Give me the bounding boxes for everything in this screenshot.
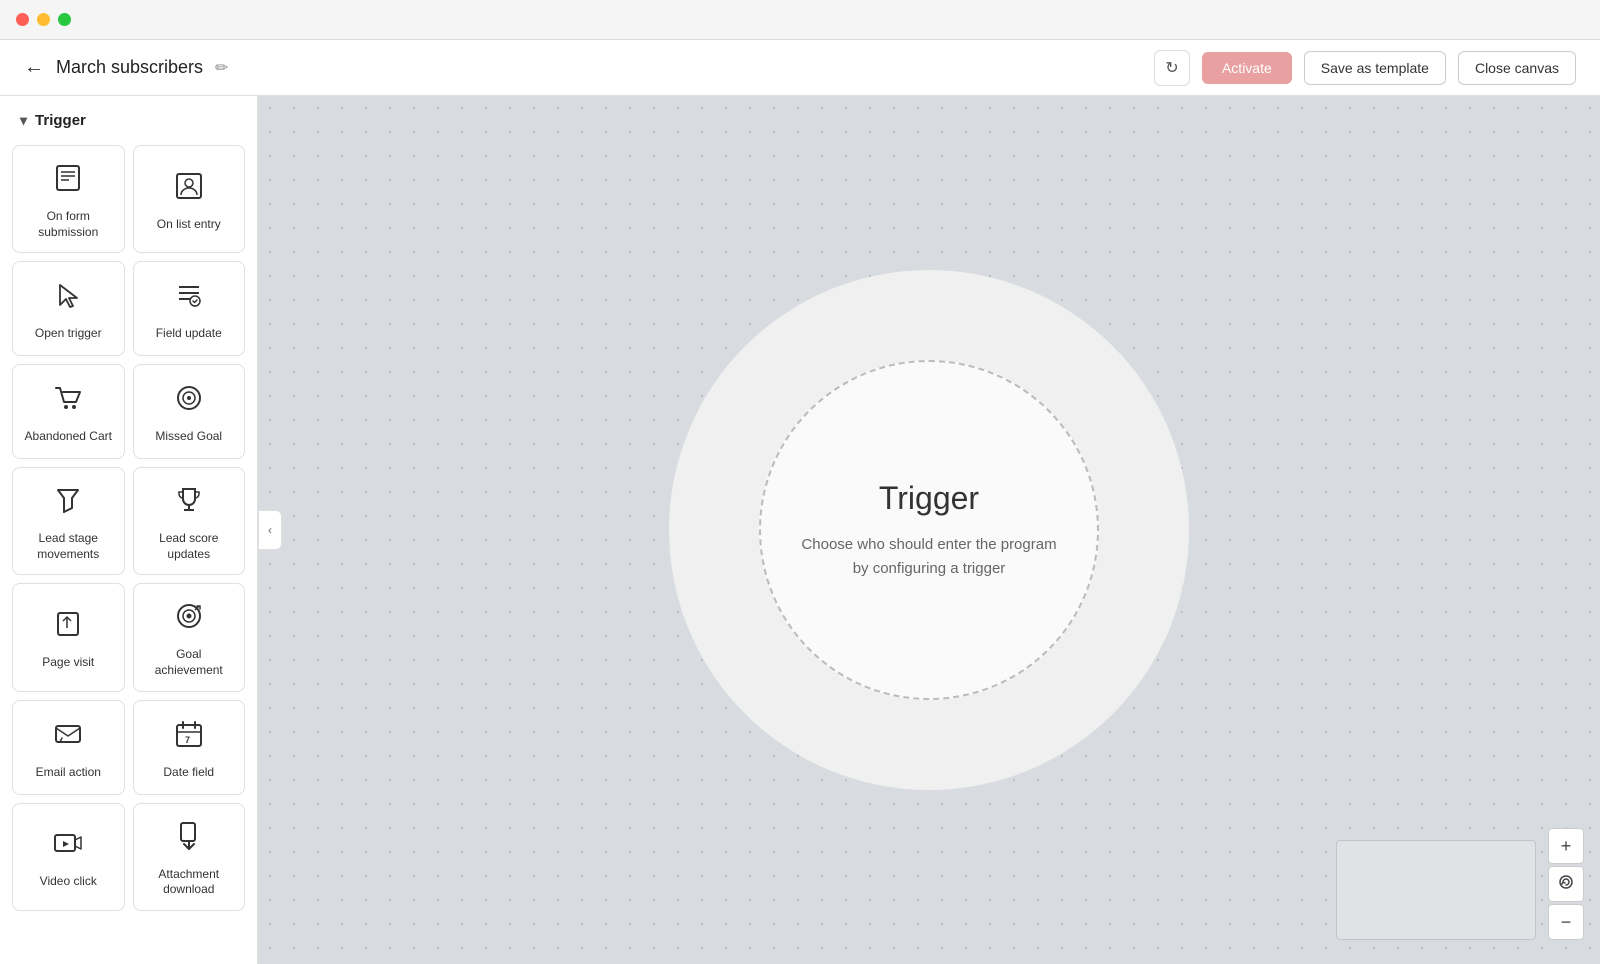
- minimap: [1336, 840, 1536, 940]
- trigger-item-lead-score-updates[interactable]: Lead score updates: [133, 467, 246, 575]
- trigger-label-on-list-entry: On list entry: [157, 217, 221, 233]
- sidebar-title: Trigger: [35, 112, 86, 129]
- trigger-item-abandoned-cart[interactable]: Abandoned Cart: [12, 364, 125, 459]
- form-icon: [52, 162, 84, 199]
- zoom-controls: + −: [1548, 828, 1584, 940]
- back-button[interactable]: ←: [24, 56, 44, 79]
- funnel-icon: [52, 484, 84, 521]
- trigger-item-on-list-entry[interactable]: On list entry: [133, 145, 246, 253]
- trigger-label-date-field: Date field: [163, 765, 214, 781]
- main-layout: ▾ Trigger On form submission: [0, 96, 1600, 964]
- trigger-grid: On form submission On list entry: [0, 141, 257, 923]
- svg-text:7: 7: [185, 735, 190, 745]
- sidebar-header: ▾ Trigger: [0, 96, 257, 141]
- zoom-out-button[interactable]: −: [1548, 904, 1584, 940]
- back-icon: ←: [24, 56, 44, 79]
- video-icon: [52, 827, 84, 864]
- sidebar-collapse-button[interactable]: ‹: [258, 510, 282, 550]
- trigger-label-on-form-submission: On form submission: [21, 209, 116, 240]
- zoom-reset-icon: [1558, 874, 1574, 895]
- refresh-button[interactable]: ↻: [1154, 50, 1190, 86]
- cursor-icon: [52, 279, 84, 316]
- header-left: ← March subscribers ✏: [24, 56, 1154, 79]
- email-icon: [52, 718, 84, 755]
- goal-icon: [173, 382, 205, 419]
- chevron-left-icon: ‹: [268, 523, 272, 537]
- trigger-circle-desc: Choose who should enter the program by c…: [793, 533, 1065, 581]
- trigger-item-goal-achievement[interactable]: Goal achievement: [133, 583, 246, 691]
- zoom-out-icon: −: [1561, 912, 1572, 933]
- dot-yellow: [37, 13, 50, 26]
- trigger-label-lead-score-updates: Lead score updates: [142, 531, 237, 562]
- zoom-reset-button[interactable]: [1548, 866, 1584, 902]
- trigger-circle-inner: Trigger Choose who should enter the prog…: [759, 360, 1099, 700]
- page-icon: [52, 608, 84, 645]
- trigger-label-email-action: Email action: [36, 765, 101, 781]
- trigger-item-open-trigger[interactable]: Open trigger: [12, 261, 125, 356]
- trigger-item-field-update[interactable]: Field update: [133, 261, 246, 356]
- canvas: ‹ Trigger Choose who should enter the pr…: [258, 96, 1600, 964]
- trigger-label-field-update: Field update: [156, 326, 222, 342]
- trigger-item-attachment-download[interactable]: Attachment download: [133, 803, 246, 911]
- activate-button[interactable]: Activate: [1202, 52, 1292, 84]
- trigger-label-lead-stage-movements: Lead stage movements: [21, 531, 116, 562]
- field-icon: [173, 279, 205, 316]
- person-icon: [173, 170, 205, 207]
- sidebar-chevron[interactable]: ▾: [20, 112, 27, 129]
- trigger-label-abandoned-cart: Abandoned Cart: [25, 429, 112, 445]
- dot-red: [16, 13, 29, 26]
- trigger-item-on-form-submission[interactable]: On form submission: [12, 145, 125, 253]
- window-dots: [16, 13, 71, 26]
- header-right: ↻ Activate Save as template Close canvas: [1154, 50, 1576, 86]
- trigger-item-lead-stage-movements[interactable]: Lead stage movements: [12, 467, 125, 575]
- cart-icon: [52, 382, 84, 419]
- refresh-icon: ↻: [1165, 58, 1178, 78]
- trigger-item-email-action[interactable]: Email action: [12, 700, 125, 795]
- trigger-item-video-click[interactable]: Video click: [12, 803, 125, 911]
- trigger-circle-outer[interactable]: Trigger Choose who should enter the prog…: [669, 270, 1189, 790]
- trigger-circle-title: Trigger: [879, 480, 979, 517]
- trigger-item-missed-goal[interactable]: Missed Goal: [133, 364, 246, 459]
- page-title: March subscribers: [56, 57, 203, 78]
- trigger-label-video-click: Video click: [40, 874, 97, 890]
- attachment-icon: [173, 820, 205, 857]
- trigger-label-missed-goal: Missed Goal: [155, 429, 222, 445]
- trigger-item-page-visit[interactable]: Page visit: [12, 583, 125, 691]
- zoom-in-button[interactable]: +: [1548, 828, 1584, 864]
- save-template-button[interactable]: Save as template: [1304, 51, 1446, 85]
- target-icon: [173, 600, 205, 637]
- zoom-in-icon: +: [1561, 836, 1572, 857]
- edit-icon[interactable]: ✏: [215, 58, 228, 78]
- trigger-label-goal-achievement: Goal achievement: [142, 647, 237, 678]
- window-chrome: [0, 0, 1600, 40]
- header: ← March subscribers ✏ ↻ Activate Save as…: [0, 40, 1600, 96]
- trigger-label-attachment-download: Attachment download: [142, 867, 237, 898]
- trigger-label-page-visit: Page visit: [42, 655, 94, 671]
- trophy-icon: [173, 484, 205, 521]
- calendar-icon: 7: [173, 718, 205, 755]
- sidebar: ▾ Trigger On form submission: [0, 96, 258, 964]
- trigger-label-open-trigger: Open trigger: [35, 326, 102, 342]
- dot-green: [58, 13, 71, 26]
- trigger-item-date-field[interactable]: 7 Date field: [133, 700, 246, 795]
- close-canvas-button[interactable]: Close canvas: [1458, 51, 1576, 85]
